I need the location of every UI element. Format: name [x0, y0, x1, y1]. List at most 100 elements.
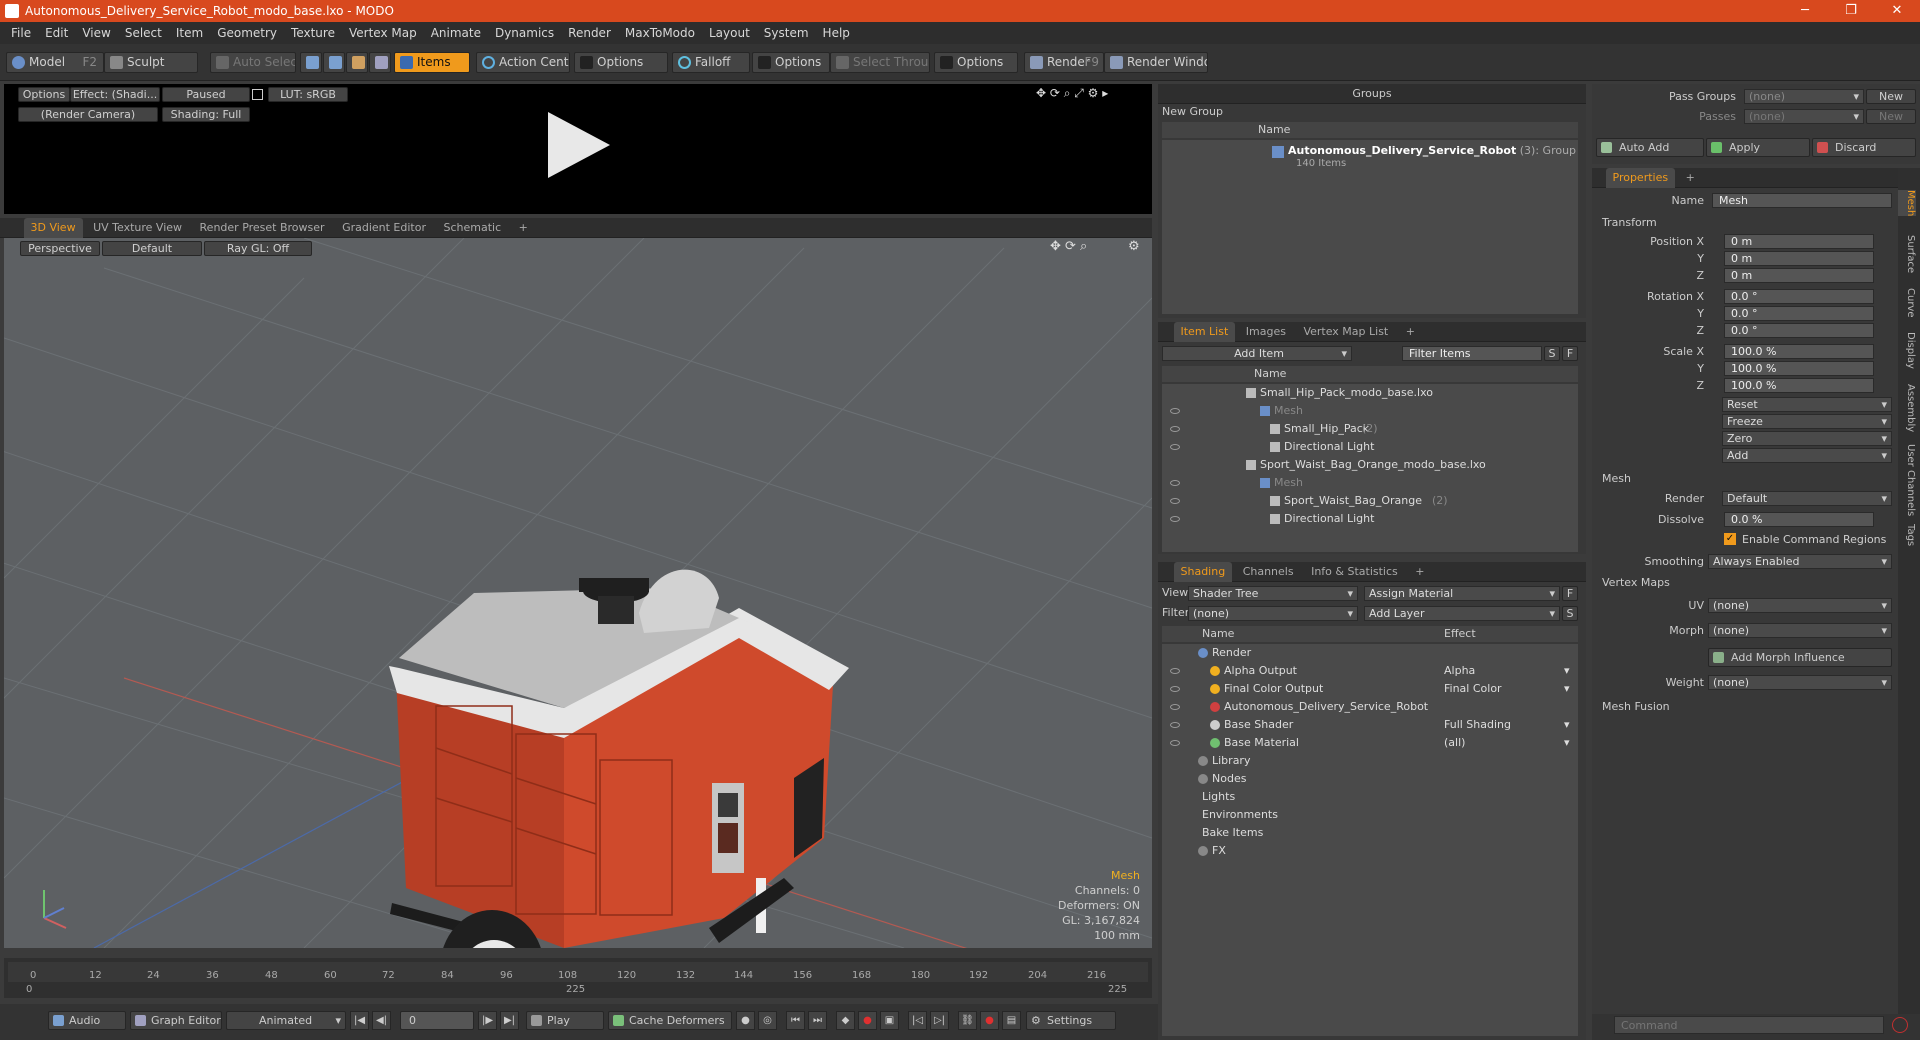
- new-group-button[interactable]: New Group: [1162, 104, 1223, 120]
- menu-geometry[interactable]: Geometry: [210, 26, 284, 40]
- item-list-row[interactable]: Mesh: [1162, 474, 1578, 492]
- auto-add-button[interactable]: Auto Add: [1596, 138, 1704, 157]
- side-tab-user-channels[interactable]: User Channels: [1898, 444, 1916, 516]
- shader-item-effect[interactable]: (all): [1444, 734, 1465, 752]
- shading-f-button[interactable]: F: [1562, 586, 1578, 601]
- shader-row[interactable]: Lights: [1162, 788, 1578, 806]
- vertex-maps-section[interactable]: Vertex Maps: [1602, 576, 1670, 589]
- position-x-input[interactable]: 0 m: [1724, 234, 1874, 249]
- apply-button[interactable]: Apply: [1706, 138, 1810, 157]
- go-to-start-icon[interactable]: |◀: [350, 1011, 369, 1030]
- menu-vertex-map[interactable]: Vertex Map: [342, 26, 424, 40]
- discard-button[interactable]: Discard: [1812, 138, 1916, 157]
- shader-row[interactable]: Base Material (all) ▾: [1162, 734, 1578, 752]
- menu-help[interactable]: Help: [816, 26, 857, 40]
- side-tab-surface[interactable]: Surface: [1898, 235, 1916, 273]
- item-list-row[interactable]: Directional Light: [1162, 510, 1578, 528]
- lock-icon[interactable]: [252, 89, 263, 100]
- menu-system[interactable]: System: [757, 26, 816, 40]
- auto-key-icon[interactable]: ◎: [758, 1011, 777, 1030]
- tab-uv-texture-view[interactable]: UV Texture View: [86, 218, 189, 238]
- edges-mode-button[interactable]: [323, 52, 345, 73]
- side-tab-curve[interactable]: Curve: [1898, 288, 1916, 318]
- menu-file[interactable]: File: [4, 26, 38, 40]
- mesh-section[interactable]: Mesh: [1602, 472, 1631, 485]
- settings-button[interactable]: ⚙ Settings: [1026, 1011, 1116, 1030]
- materials-mode-button[interactable]: [369, 52, 391, 73]
- cache-deformers-button[interactable]: Cache Deformers: [608, 1011, 732, 1030]
- visibility-eye-icon[interactable]: [1170, 498, 1180, 504]
- shader-row[interactable]: Nodes: [1162, 770, 1578, 788]
- side-tab-assembly[interactable]: Assembly: [1898, 384, 1916, 432]
- add-item-dropdown[interactable]: Add Item: [1162, 346, 1352, 361]
- weight-dropdown[interactable]: (none): [1708, 675, 1892, 690]
- group-item[interactable]: Autonomous_Delivery_Service_Robot (3): G…: [1288, 144, 1576, 157]
- preview-lut-dropdown[interactable]: LUT: sRGB: [268, 87, 348, 102]
- side-tab-mesh[interactable]: Mesh: [1898, 190, 1916, 217]
- visibility-eye-icon[interactable]: [1170, 668, 1180, 674]
- shader-row[interactable]: Library: [1162, 752, 1578, 770]
- add-tab-icon[interactable]: +: [1399, 322, 1422, 342]
- render-window-button[interactable]: Render Window: [1104, 52, 1208, 73]
- menu-layout[interactable]: Layout: [702, 26, 757, 40]
- pass-groups-dropdown[interactable]: (none): [1744, 89, 1864, 104]
- render-button[interactable]: Render F9: [1024, 52, 1104, 73]
- shader-item-effect[interactable]: Full Shading: [1444, 716, 1511, 734]
- preview-tools-icons[interactable]: ✥ ⟳ ⌕ ⤢ ⚙ ▸: [1036, 86, 1108, 101]
- render-dropdown[interactable]: Default: [1722, 491, 1892, 506]
- visibility-eye-icon[interactable]: [1170, 444, 1180, 450]
- shader-row[interactable]: Bake Items: [1162, 824, 1578, 842]
- falloff-button[interactable]: Falloff: [672, 52, 750, 73]
- tab-gradient-editor[interactable]: Gradient Editor: [335, 218, 433, 238]
- key-icon[interactable]: ◆: [836, 1011, 855, 1030]
- visibility-eye-icon[interactable]: [1170, 426, 1180, 432]
- reset-dropdown[interactable]: Reset: [1722, 397, 1892, 412]
- sculpt-mode-button[interactable]: Sculpt: [104, 52, 198, 73]
- audio-button[interactable]: Audio: [48, 1011, 126, 1030]
- shader-tree-dropdown[interactable]: Shader Tree: [1188, 586, 1358, 601]
- chevron-down-icon[interactable]: ▾: [1564, 680, 1570, 698]
- prev-key-icon[interactable]: ⏮: [786, 1011, 805, 1030]
- add-tab-icon[interactable]: +: [512, 218, 535, 238]
- step-back-icon[interactable]: ◀|: [372, 1011, 391, 1030]
- add-tab-icon[interactable]: +: [1408, 562, 1431, 582]
- graph-editor-button[interactable]: Graph Editor: [130, 1011, 222, 1030]
- falloff-options-button[interactable]: Options: [752, 52, 830, 73]
- transform-section[interactable]: Transform: [1602, 216, 1657, 229]
- action-center-button[interactable]: Action Center: [476, 52, 570, 73]
- chevron-down-icon[interactable]: ▾: [1564, 734, 1570, 752]
- next-key-icon[interactable]: ⏭: [808, 1011, 827, 1030]
- record-icon[interactable]: ●: [858, 1011, 877, 1030]
- default-style-dropdown[interactable]: Default: [102, 241, 202, 256]
- vertices-mode-button[interactable]: [300, 52, 322, 73]
- minimize-icon[interactable]: ─: [1782, 0, 1828, 22]
- command-status-icon[interactable]: [1892, 1017, 1908, 1033]
- passes-dropdown[interactable]: (none): [1744, 109, 1864, 124]
- select-options-button[interactable]: Options: [934, 52, 1018, 73]
- item-list-row[interactable]: Sport_Waist_Bag_Orange (2): [1162, 492, 1578, 510]
- close-icon[interactable]: ✕: [1874, 0, 1920, 22]
- raygl-dropdown[interactable]: Ray GL: Off: [204, 241, 312, 256]
- 3d-viewport[interactable]: Perspective Default Ray GL: Off ✥ ⟳ ⌕ ⚙ …: [4, 238, 1152, 948]
- shader-row[interactable]: Autonomous_Delivery_Service_Robot: [1162, 698, 1578, 716]
- rotation-z-input[interactable]: 0.0 °: [1724, 323, 1874, 338]
- morph-dropdown[interactable]: (none): [1708, 623, 1892, 638]
- shading-s-button[interactable]: S: [1562, 606, 1578, 621]
- menu-edit[interactable]: Edit: [38, 26, 75, 40]
- position-y-input[interactable]: 0 m: [1724, 251, 1874, 266]
- scale-z-input[interactable]: 100.0 %: [1724, 378, 1874, 393]
- menu-render[interactable]: Render: [561, 26, 618, 40]
- preview-effect-dropdown[interactable]: Effect: (Shadi...: [70, 87, 160, 102]
- uv-dropdown[interactable]: (none): [1708, 598, 1892, 613]
- perspective-dropdown[interactable]: Perspective: [20, 241, 100, 256]
- play-icon[interactable]: [544, 110, 614, 180]
- shading-filter-dropdown[interactable]: (none): [1188, 606, 1358, 621]
- visibility-eye-icon[interactable]: [1170, 740, 1180, 746]
- select-through-button[interactable]: Select Through: [830, 52, 930, 73]
- mesh-fusion-section[interactable]: Mesh Fusion: [1602, 700, 1670, 713]
- visibility-eye-icon[interactable]: [1170, 516, 1180, 522]
- rotation-x-input[interactable]: 0.0 °: [1724, 289, 1874, 304]
- viewport-nav-icons[interactable]: ✥ ⟳ ⌕: [1050, 239, 1087, 254]
- shader-row[interactable]: Render: [1162, 644, 1578, 662]
- shader-row[interactable]: Base Shader Full Shading ▾: [1162, 716, 1578, 734]
